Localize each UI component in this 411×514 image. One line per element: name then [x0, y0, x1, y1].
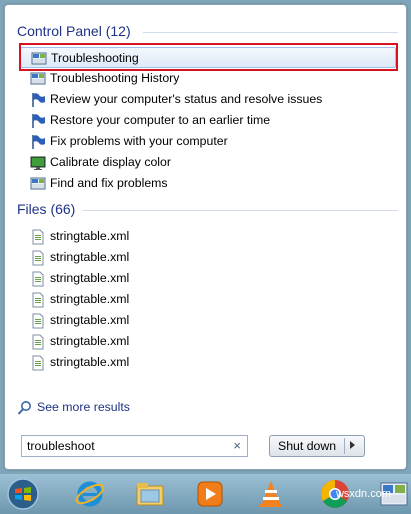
shutdown-divider [344, 438, 345, 454]
result-find-fix-problems[interactable]: Find and fix problems [20, 173, 396, 194]
flag-icon [32, 114, 45, 128]
xml-file-icon [32, 229, 44, 245]
files-header: Files (66) [17, 201, 398, 217]
internet-explorer-icon[interactable] [73, 477, 107, 511]
file-result[interactable]: stringtable.xml [20, 352, 396, 373]
shut-down-button[interactable]: Shut down [269, 435, 365, 457]
media-player-icon[interactable] [193, 477, 227, 511]
result-review-status[interactable]: Review your computer's status and resolv… [20, 89, 396, 110]
file-result[interactable]: stringtable.xml [20, 268, 396, 289]
control-panel-icon [30, 72, 46, 85]
result-calibrate-display[interactable]: Calibrate display color [20, 152, 396, 173]
control-panel-icon [31, 52, 47, 65]
header-divider [143, 32, 398, 33]
clear-search-icon[interactable]: × [233, 438, 241, 453]
monitor-icon [30, 156, 46, 170]
file-result[interactable]: stringtable.xml [20, 310, 396, 331]
flag-icon [32, 135, 45, 149]
flag-icon [32, 93, 45, 107]
xml-file-icon [32, 313, 44, 329]
magnifier-icon [17, 401, 31, 415]
result-troubleshooting[interactable]: Troubleshooting [20, 47, 396, 68]
xml-file-icon [32, 355, 44, 371]
watermark-text: wsxdn.com [335, 488, 391, 500]
result-restore-computer[interactable]: Restore your computer to an earlier time [20, 110, 396, 131]
file-result[interactable]: stringtable.xml [20, 226, 396, 247]
xml-file-icon [32, 334, 44, 350]
file-result[interactable]: stringtable.xml [20, 247, 396, 268]
header-divider [83, 210, 398, 211]
xml-file-icon [32, 271, 44, 287]
file-result[interactable]: stringtable.xml [20, 289, 396, 310]
vlc-icon[interactable] [254, 477, 288, 511]
start-orb-icon[interactable] [6, 477, 40, 511]
result-troubleshooting-history[interactable]: Troubleshooting History [20, 68, 396, 89]
start-menu: Control Panel (12) Troubleshooting Troub… [4, 4, 407, 470]
search-input[interactable]: troubleshoot × [21, 435, 248, 457]
xml-file-icon [32, 292, 44, 308]
file-explorer-icon[interactable] [133, 477, 167, 511]
shutdown-options-arrow-icon[interactable] [350, 441, 355, 449]
file-result[interactable]: stringtable.xml [20, 331, 396, 352]
xml-file-icon [32, 250, 44, 266]
control-panel-header: Control Panel (12) [17, 23, 398, 39]
control-panel-icon [30, 177, 46, 190]
result-fix-problems[interactable]: Fix problems with your computer [20, 131, 396, 152]
